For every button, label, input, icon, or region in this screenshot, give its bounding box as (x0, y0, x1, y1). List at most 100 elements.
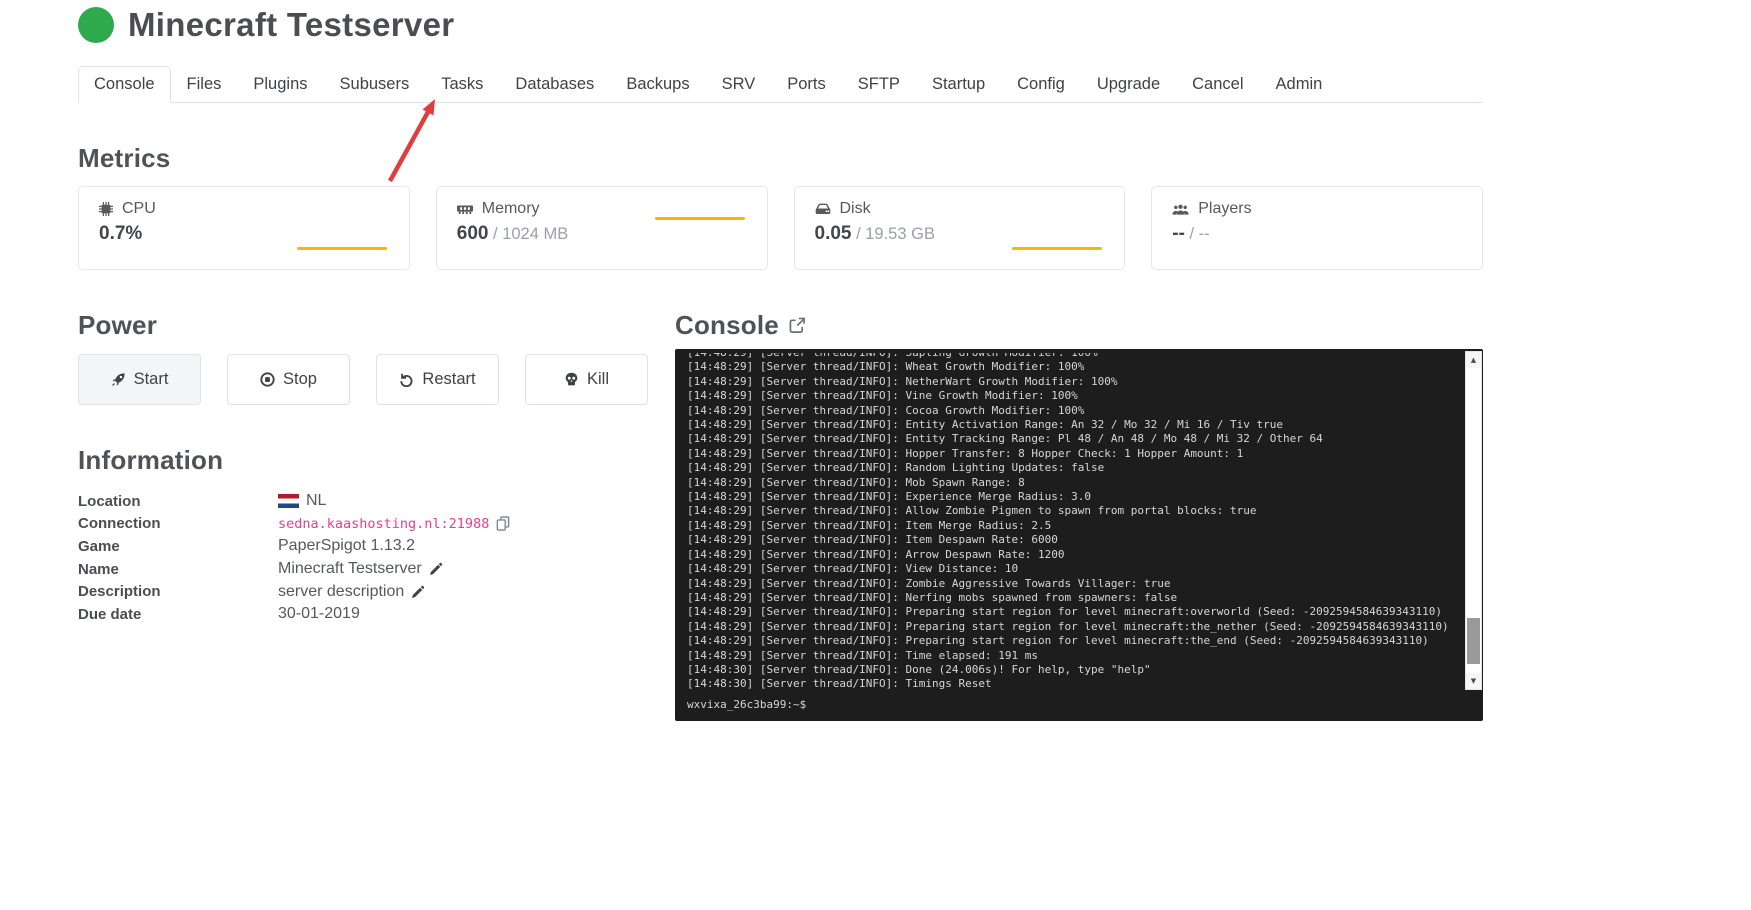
stop-button[interactable]: Stop (227, 354, 350, 405)
kill-button[interactable]: Kill (525, 354, 648, 405)
console-line: [14:48:29] [Server thread/INFO]: Cocoa G… (687, 403, 1085, 417)
skull-icon (564, 372, 579, 387)
open-console-external-icon[interactable] (789, 317, 806, 334)
tab-tasks[interactable]: Tasks (425, 66, 499, 103)
console-line: [14:48:29] [Server thread/INFO]: Entity … (687, 418, 1284, 432)
console-line: [14:48:29] [Server thread/INFO]: Prepari… (687, 605, 1442, 619)
metric-label: Disk (815, 200, 1105, 218)
copy-connection-icon[interactable] (496, 516, 510, 532)
console-line: [14:48:30] [Server thread/INFO]: Done (2… (687, 662, 1151, 676)
hdd-icon (815, 202, 831, 216)
info-label: Connection (78, 515, 161, 533)
microchip-icon (99, 202, 113, 216)
edit-description-icon[interactable] (411, 585, 425, 599)
console-line: [14:48:29] [Server thread/INFO]: Vine Gr… (687, 389, 1078, 403)
tab-console[interactable]: Console (78, 66, 171, 103)
stop-icon (260, 372, 275, 387)
console-line: [14:48:29] [Server thread/INFO]: View Di… (687, 562, 1019, 576)
console-section: Console [14:48:29] [Server thread/INFO]:… (675, 310, 1483, 721)
tab-startup[interactable]: Startup (916, 66, 1001, 103)
console-line: [14:48:29] [Server thread/INFO]: Arrow D… (687, 547, 1065, 561)
tab-config[interactable]: Config (1001, 66, 1081, 103)
edit-name-icon[interactable] (429, 562, 443, 576)
metric-card-memory: Memory 600 / 1024 MB (435, 186, 768, 270)
metric-value: 0.05 / 19.53 GB (815, 223, 1105, 245)
information-section: Information Location NL Connection sedna.ka… (78, 445, 675, 626)
info-label: Name (78, 560, 119, 578)
page-title: Minecraft Testserver (128, 6, 455, 43)
console-line: [14:48:29] [Server thread/INFO]: Random … (687, 461, 1105, 475)
tab-files[interactable]: Files (171, 66, 238, 103)
scrollbar-track[interactable] (1466, 368, 1481, 673)
scroll-up-arrow-icon[interactable]: ▲ (1466, 352, 1481, 368)
console-terminal: [14:48:29] [Server thread/INFO]: Sapling… (675, 349, 1483, 721)
metric-label-text: Memory (481, 200, 540, 217)
metric-label: Players (1172, 200, 1462, 218)
server-panel-page: Minecraft Testserver Console Files Plugins… (0, 0, 1751, 910)
console-line: [14:48:29] [Server thread/INFO]: Time el… (687, 648, 1038, 662)
info-value-text: 30-01-2019 (278, 605, 360, 623)
tab-upgrade[interactable]: Upgrade (1081, 66, 1176, 103)
info-value: server description (278, 583, 425, 601)
tab-ports[interactable]: Ports (771, 66, 842, 103)
metric-card-disk: Disk 0.05 / 19.53 GB (793, 186, 1126, 270)
button-label: Kill (586, 370, 609, 388)
tab-cancel[interactable]: Cancel (1176, 66, 1259, 103)
console-line: [14:48:29] [Server thread/INFO]: Zombie … (687, 576, 1171, 590)
restart-icon (399, 372, 414, 387)
tab-plugins[interactable]: Plugins (237, 66, 323, 103)
console-line: [14:48:29] [Server thread/INFO]: Prepari… (687, 634, 1429, 648)
metric-value-main: 0.05 (814, 223, 852, 244)
metric-value: -- / -- (1172, 223, 1462, 245)
info-value: Minecraft Testserver (278, 560, 443, 578)
sparkline-chart (296, 247, 387, 250)
restart-button[interactable]: Restart (376, 354, 499, 405)
power-section: Power Start Stop Restart Kill (78, 310, 675, 405)
metrics-heading: Metrics (78, 143, 171, 173)
tab-sftp[interactable]: SFTP (842, 66, 916, 103)
tab-admin[interactable]: Admin (1260, 66, 1339, 103)
info-label: Description (78, 583, 161, 601)
metric-label-text: CPU (122, 200, 156, 217)
info-row-description: Description server description (78, 580, 675, 603)
metric-value: 0.7% (99, 223, 389, 245)
metric-label: CPU (99, 200, 389, 218)
button-label: Restart (422, 370, 476, 388)
info-value-text: PaperSpigot 1.13.2 (278, 537, 415, 555)
info-value: NL (278, 492, 326, 510)
metric-value-secondary: / 19.53 GB (851, 225, 935, 243)
console-line: [14:48:29] [Server thread/INFO]: Mob Spa… (687, 475, 1025, 489)
info-row-game: Game PaperSpigot 1.13.2 (78, 535, 675, 558)
metric-value-main: 0.7% (99, 223, 143, 244)
start-button[interactable]: Start (78, 354, 201, 405)
location-text: NL (306, 492, 327, 510)
info-value: 30-01-2019 (278, 605, 360, 623)
button-label: Stop (283, 370, 317, 388)
metric-value-main: 600 (456, 223, 489, 244)
console-line: [14:48:29] [Server thread/INFO]: Sapling… (687, 353, 1459, 360)
tab-backups[interactable]: Backups (610, 66, 705, 103)
info-row-connection: Connection sedna.kaashosting.nl:21988 (78, 513, 675, 536)
scroll-down-arrow-icon[interactable]: ▼ (1466, 673, 1481, 689)
console-line: [14:48:29] [Server thread/INFO]: Item De… (687, 533, 1058, 547)
console-log-viewport[interactable]: [14:48:29] [Server thread/INFO]: Sapling… (687, 353, 1483, 692)
scrollbar-thumb[interactable] (1467, 618, 1480, 665)
metrics-section: Metrics CPU 0.7% Memory 600 / 1024 MB Disk 0.… (78, 143, 1483, 270)
memory-icon (456, 202, 473, 216)
tab-bar: Console Files Plugins Subusers Tasks Database… (78, 66, 1483, 103)
sparkline-chart (654, 217, 745, 220)
metric-label: Memory (456, 200, 747, 218)
rocket-icon (111, 372, 126, 387)
information-rows: Location NL Connection sedna.kaashosting.nl… (78, 490, 675, 626)
metric-value-main: -- (1172, 223, 1185, 244)
tab-srv[interactable]: SRV (706, 66, 772, 103)
console-heading: Console (675, 310, 779, 340)
server-status-dot (78, 7, 114, 43)
tab-subusers[interactable]: Subusers (324, 66, 426, 103)
console-line: [14:48:29] [Server thread/INFO]: Nerfing… (687, 590, 1178, 604)
console-scrollbar[interactable]: ▲ ▼ (1465, 351, 1482, 690)
button-label: Start (133, 370, 169, 388)
tab-databases[interactable]: Databases (499, 66, 610, 103)
metric-card-players: Players -- / -- (1151, 186, 1483, 270)
info-value-text: Minecraft Testserver (278, 560, 422, 578)
